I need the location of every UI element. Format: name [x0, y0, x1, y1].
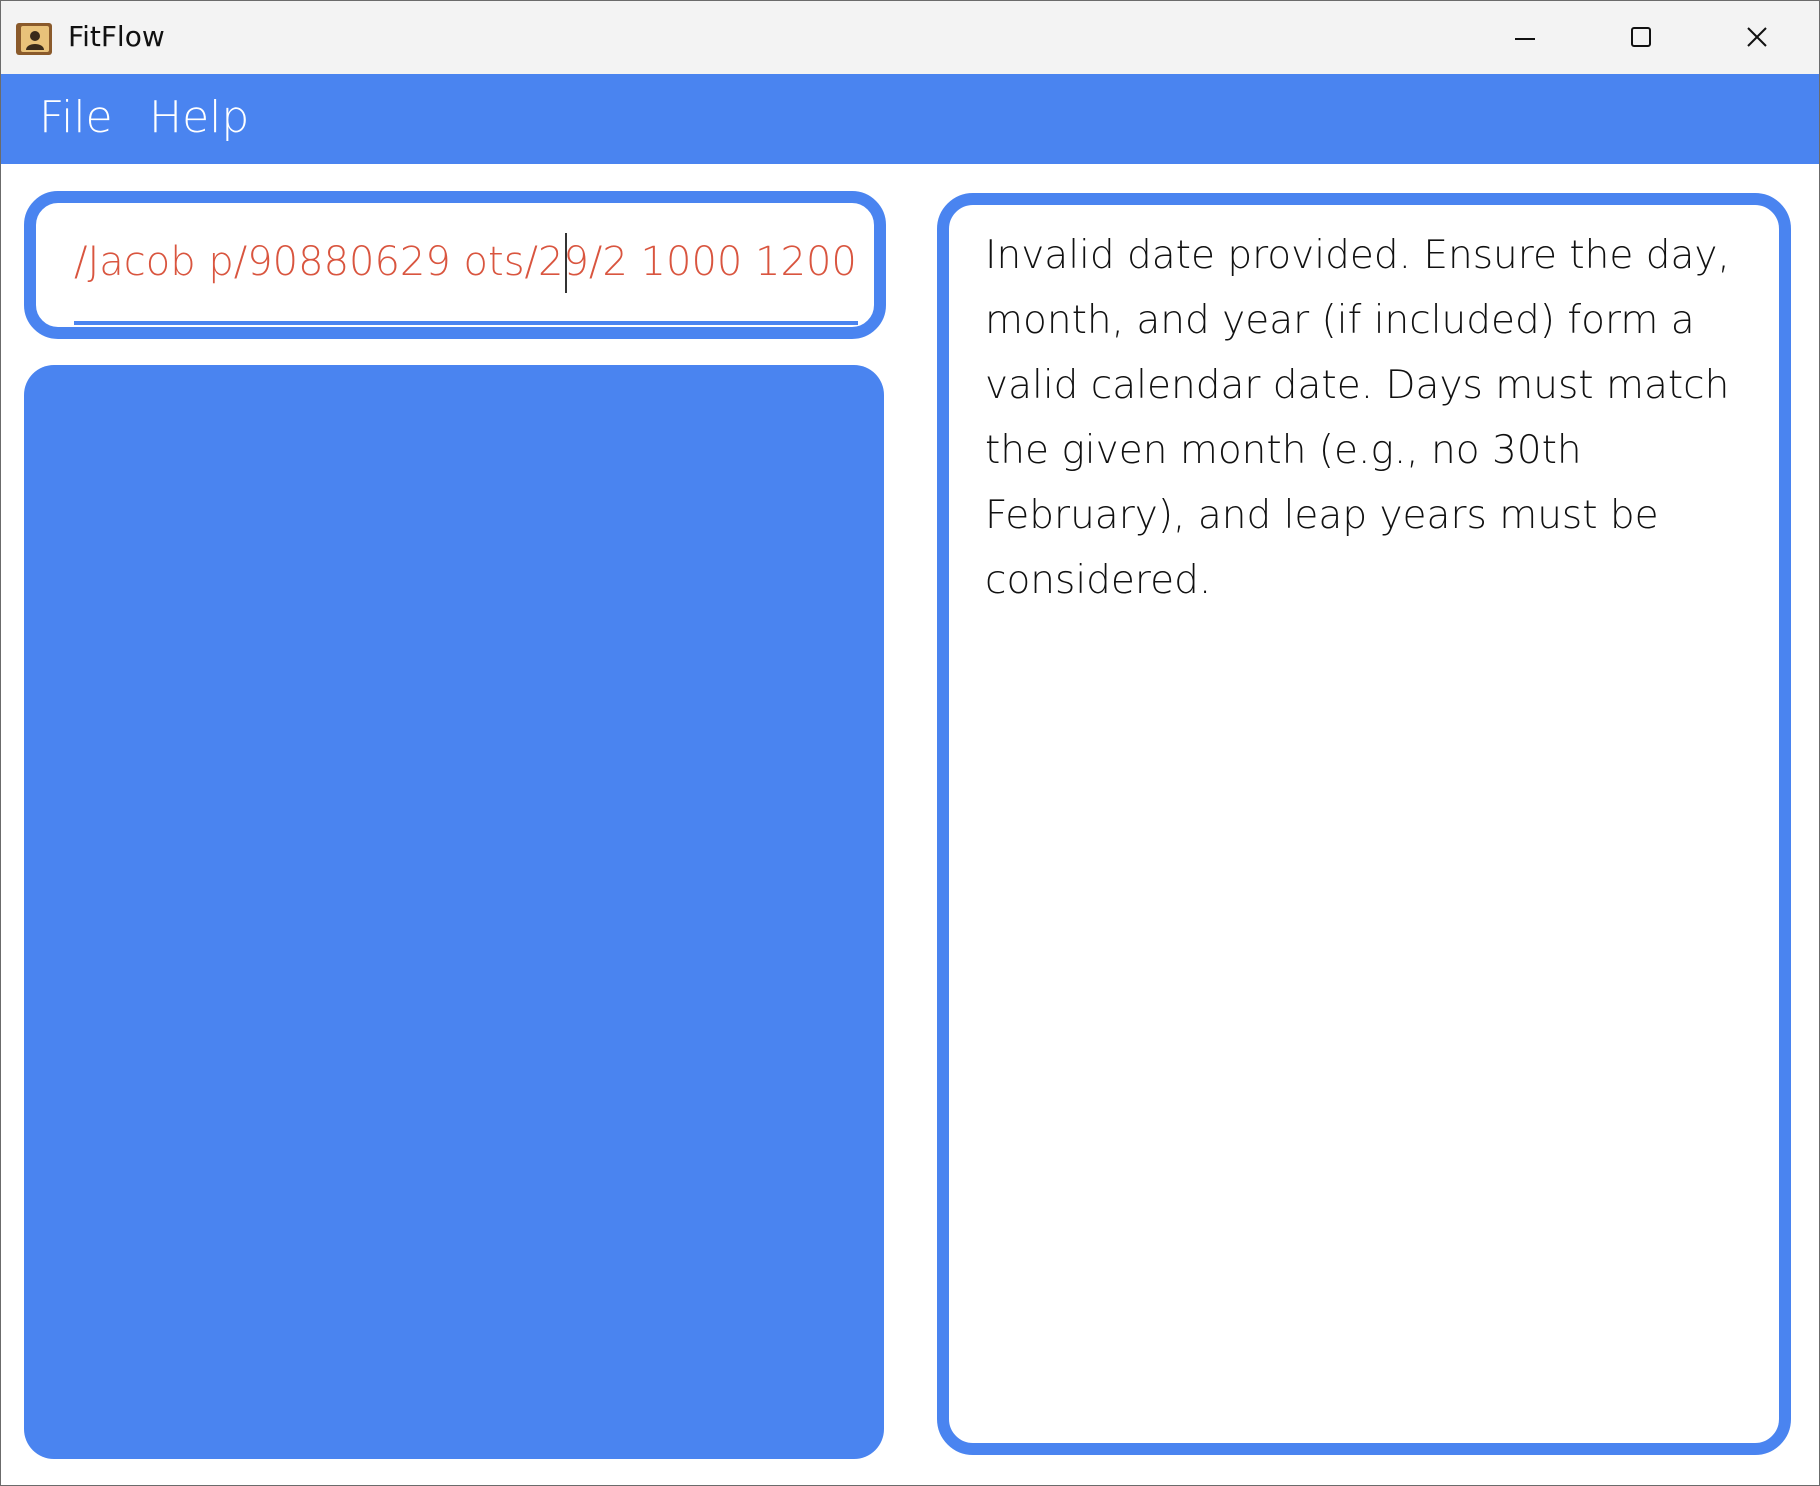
- menu-help[interactable]: Help: [149, 92, 249, 143]
- text-caret: [565, 233, 567, 293]
- menu-file[interactable]: File: [39, 92, 113, 143]
- result-display-box: Invalid date provided. Ensure the day, m…: [937, 193, 1791, 1455]
- window-title: FitFlow: [68, 20, 165, 53]
- title-bar[interactable]: FitFlow: [1, 1, 1819, 74]
- command-box: /Jacob p/90880629 ots/29/2 1000 1200 r: [24, 191, 886, 339]
- command-input-underline: [74, 321, 858, 325]
- close-button[interactable]: [1699, 1, 1815, 74]
- close-icon: [1747, 27, 1767, 47]
- minimize-button[interactable]: [1467, 1, 1583, 74]
- address-book-icon: [16, 23, 52, 55]
- menu-bar: File Help: [1, 74, 1819, 164]
- maximize-button[interactable]: [1583, 1, 1699, 74]
- command-input[interactable]: /Jacob p/90880629 ots/29/2 1000 1200 r: [74, 227, 858, 297]
- app-window: FitFlow File Help /Jacob p/90880629 ots/…: [0, 0, 1820, 1486]
- minimize-icon: [1515, 38, 1535, 40]
- maximize-icon: [1631, 27, 1651, 47]
- person-list-panel[interactable]: [24, 365, 884, 1459]
- result-message: Invalid date provided. Ensure the day, m…: [985, 233, 1730, 603]
